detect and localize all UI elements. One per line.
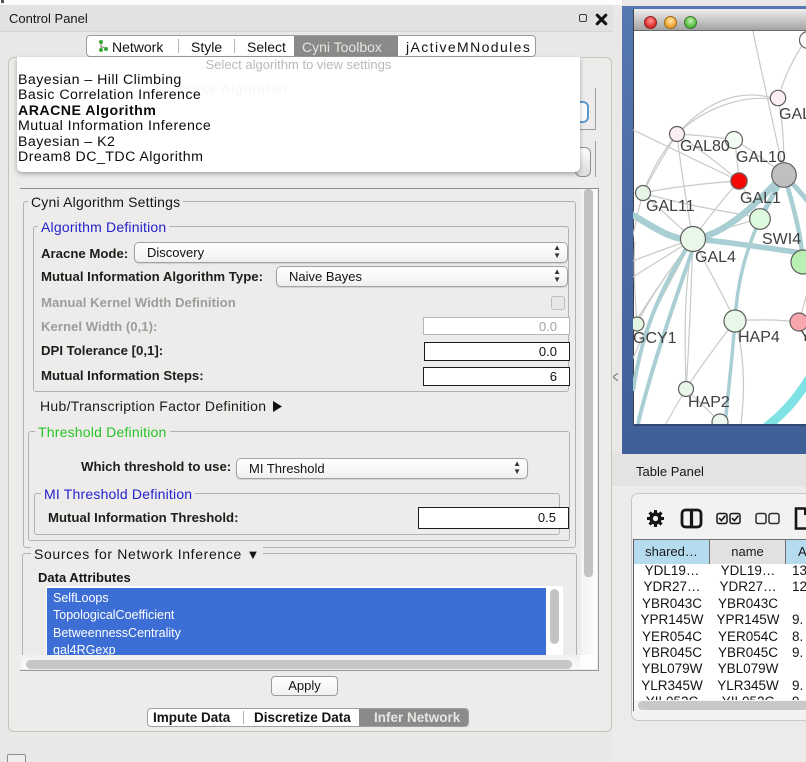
svg-text:HAP4: HAP4: [738, 329, 780, 346]
svg-text:Y: Y: [800, 328, 806, 345]
svg-text:SWI4: SWI4: [762, 231, 801, 248]
svg-text:GAL11: GAL11: [646, 198, 695, 215]
svg-text:GAL1: GAL1: [740, 190, 781, 207]
svg-text:GAL4: GAL4: [695, 249, 736, 266]
svg-text:GAL10: GAL10: [736, 149, 786, 166]
svg-text:GAL80: GAL80: [680, 138, 730, 155]
svg-text:GAL: GAL: [779, 106, 806, 123]
svg-text:GCY1: GCY1: [633, 330, 677, 347]
svg-text:HAP2: HAP2: [688, 394, 730, 411]
